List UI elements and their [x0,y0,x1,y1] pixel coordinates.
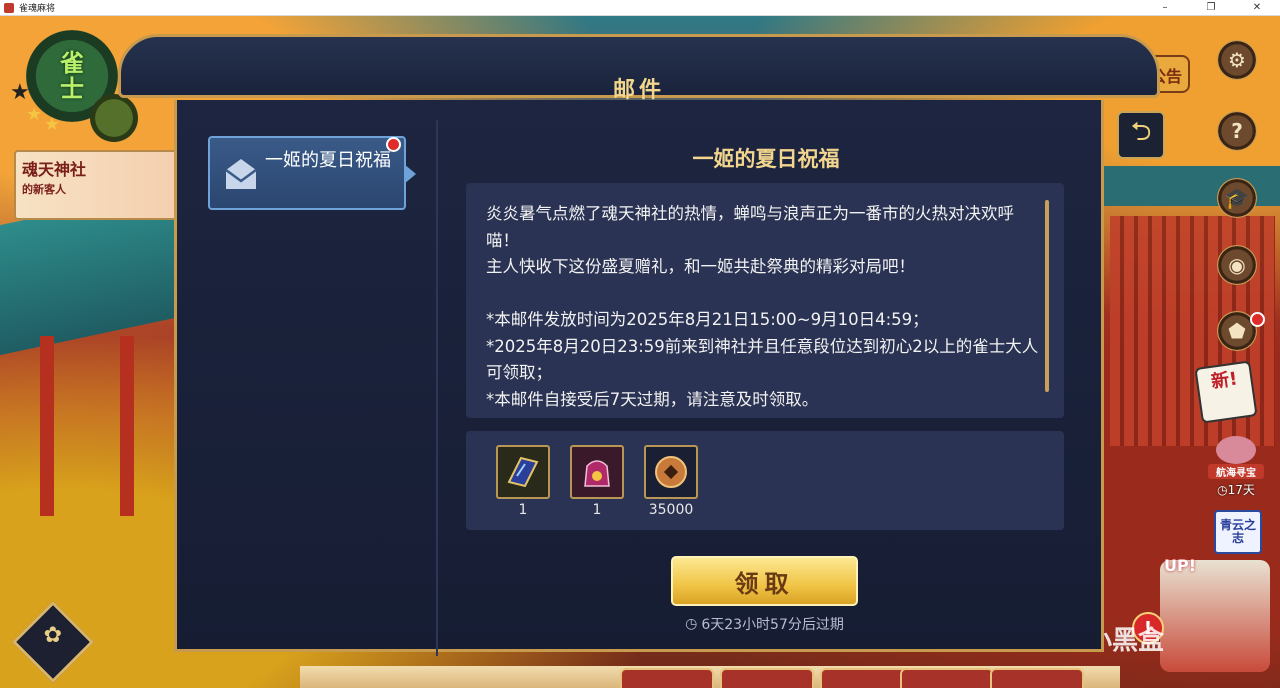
window-title: 雀魂麻将 [19,4,56,14]
rank-char: 雀 [60,49,84,77]
shrine-banner-text: 魂天神社 的新客人 [22,160,86,200]
maximize-button[interactable]: ❐ [1188,0,1234,15]
rewards-box [466,431,1064,530]
flower-icon: ✿ [43,622,63,648]
notification-dot [1250,312,1265,327]
window-titlebar: 雀魂麻将 – ❐ ✕ [0,0,1280,16]
mail-body-text: 炎炎暑气点燃了魂天神社的热情，蝉鸣与浪声正为一番市的火热对决欢呼喵！ 主人快收下… [486,201,1046,413]
character-portrait [1216,436,1256,464]
mail-paragraph [486,281,1046,308]
close-button[interactable]: ✕ [1234,0,1280,15]
gear-icon: ⚙ [1228,48,1246,72]
question-icon: ? [1231,119,1243,143]
mail-paragraph: *本邮件发放时间为2025年8月21日15:00~9月10日4:59； [486,310,929,329]
tutorial-button[interactable]: 🎓 [1217,178,1257,218]
shrine-banner-sub: 的新客人 [22,183,66,196]
panel-divider [436,120,438,656]
reward-frame [644,445,698,499]
help-button[interactable]: ? [1217,111,1257,151]
mail-paragraph: *2025年8月20日23:59前来到神社并且任意段位达到初心2以上的雀士大人可… [486,336,1039,383]
reward-qty: 1 [518,502,528,518]
reward-frame [496,445,550,499]
star-icon: ★ [44,114,61,135]
mail-body-scrollbar[interactable] [1045,200,1049,392]
gacha-cat-button[interactable]: UP! [1160,556,1270,672]
mail-paragraph: *本邮件自接受后7天过期，请注意及时领取。 [486,389,819,409]
fan-scroll-icon [507,456,539,488]
reward-item[interactable]: 1 [496,445,550,518]
unread-dot [386,137,401,152]
star-icon: ★ [26,104,43,125]
mail-item-label: 一姬的夏日祝福 [265,150,391,171]
camera-icon: ◉ [1228,253,1246,277]
bottom-menu-tab[interactable] [900,668,994,688]
claim-button[interactable]: 领取 [671,556,858,606]
graduation-cap-icon: 🎓 [1224,186,1250,210]
mail-body-box[interactable]: 炎炎暑气点燃了魂天神社的热情，蝉鸣与浪声正为一番市的火热对决欢呼喵！ 主人快收下… [466,183,1064,418]
app-icon [4,2,14,13]
voyage-treasure-event[interactable]: 航海寻宝 ◷17天 [1208,436,1264,498]
clock-icon: ◷ [685,616,698,632]
qingyun-event-button[interactable]: 青云之志 [1214,510,1262,554]
up-label: UP! [1164,556,1197,575]
shrine-banner-main: 魂天神社 [22,160,87,179]
shrine-pillar [40,336,54,516]
envelope-icon [225,159,257,189]
pentagon-badge-icon: ⬟ [1228,319,1246,343]
reward-frame [570,445,624,499]
settings-button[interactable]: ⚙ [1217,40,1257,80]
reward-item[interactable]: 1 [570,445,624,518]
bottom-menu-tab[interactable] [720,668,814,688]
bottom-menu-tab[interactable] [620,668,714,688]
reward-item[interactable]: 35000 [644,445,698,518]
gift-bag-icon [584,460,610,487]
bottom-menu-tab[interactable] [990,668,1084,688]
reward-qty: 1 [592,502,602,518]
rank-char: 士 [60,75,84,103]
voyage-label: 航海寻宝 [1208,464,1264,479]
star-icon: ★ [10,80,30,105]
voyage-days-text: 17天 [1227,483,1255,497]
mail-list-item[interactable]: 一姬的夏日祝福 [208,136,416,210]
expiry-info: ◷ 6天23小时57分后过期 [671,614,858,634]
expiry-text: 6天23小时57分后过期 [701,617,844,633]
mail-paragraph: 主人快收下这份盛夏赠礼，和一姬共赴祭典的精彩对局吧！ [486,257,915,276]
reward-qty: 35000 [648,502,694,518]
clock-icon: ◷ [1217,483,1228,497]
mail-paragraph: 炎炎暑气点燃了魂天神社的热情，蝉鸣与浪声正为一番市的火热对决欢呼喵！ [486,204,1014,250]
new-event-badge[interactable]: 新! [1194,360,1258,424]
mail-detail-title: 一姬的夏日祝福 [692,147,840,171]
screenshot-button[interactable]: ◉ [1217,245,1257,285]
window-controls: – ❐ ✕ [1142,0,1280,15]
coin-icon [655,456,687,488]
minimize-button[interactable]: – [1142,0,1188,15]
voyage-days-remaining: ◷17天 [1208,481,1264,498]
